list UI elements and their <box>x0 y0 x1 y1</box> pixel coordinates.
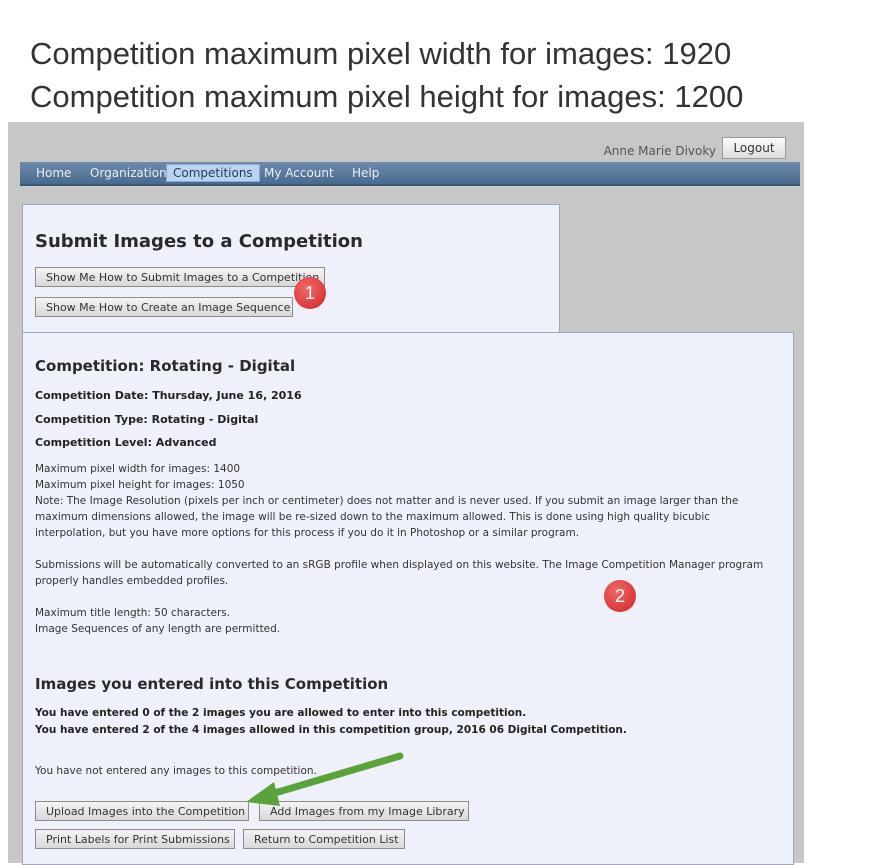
resolution-note: Note: The Image Resolution (pixels per i… <box>35 495 739 539</box>
no-entries-text: You have not entered any images to this … <box>35 765 317 777</box>
competition-date: Competition Date: Thursday, June 16, 201… <box>35 389 302 402</box>
nav-item-competitions[interactable]: Competitions <box>166 164 260 182</box>
entered-images-title: Images you entered into this Competition <box>35 675 389 693</box>
submit-images-panel: Submit Images to a Competition Show Me H… <box>22 204 560 334</box>
max-title-text: Maximum title length: 50 characters. <box>35 607 231 619</box>
annotation-badge-1: 1 <box>294 277 326 309</box>
competition-panel: Competition: Rotating - Digital Competit… <box>22 332 794 865</box>
annotation-badge-2: 2 <box>604 580 636 612</box>
max-width-text: Maximum pixel width for images: 1400 <box>35 463 241 475</box>
nav-item-organization[interactable]: Organization <box>84 165 173 181</box>
entered-count-competition: You have entered 0 of the 2 images you a… <box>35 707 527 719</box>
competition-title: Competition: Rotating - Digital <box>35 357 296 375</box>
upload-images-button[interactable]: Upload Images into the Competition <box>35 801 249 821</box>
show-how-submit-button[interactable]: Show Me How to Submit Images to a Compet… <box>35 267 325 287</box>
logout-button[interactable]: Logout <box>722 137 786 159</box>
nav-bar: Home Organization Competitions My Accoun… <box>20 162 800 186</box>
add-from-library-button[interactable]: Add Images from my Image Library <box>259 801 469 821</box>
sequence-text: Image Sequences of any length are permit… <box>35 623 281 635</box>
submit-panel-title: Submit Images to a Competition <box>35 231 363 252</box>
entered-count-group: You have entered 2 of the 4 images allow… <box>35 724 627 736</box>
title-rules: Maximum title length: 50 characters. Ima… <box>35 605 775 637</box>
competition-type: Competition Type: Rotating - Digital <box>35 413 259 426</box>
nav-item-home[interactable]: Home <box>30 165 77 181</box>
nav-item-help[interactable]: Help <box>346 165 385 181</box>
headline-max-width: Competition maximum pixel width for imag… <box>30 36 732 71</box>
competition-level: Competition Level: Advanced <box>35 436 217 449</box>
nav-item-my-account[interactable]: My Account <box>258 165 340 181</box>
headline-max-height: Competition maximum pixel height for ima… <box>30 79 744 114</box>
app-window: Anne Marie Divoky Logout Home Organizati… <box>8 122 804 865</box>
show-how-sequence-button[interactable]: Show Me How to Create an Image Sequence <box>35 297 293 317</box>
srgb-note: Submissions will be automatically conver… <box>35 559 764 587</box>
max-height-text: Maximum pixel height for images: 1050 <box>35 479 245 491</box>
user-name: Anne Marie Divoky <box>603 144 716 158</box>
print-labels-button[interactable]: Print Labels for Print Submissions <box>35 829 235 849</box>
return-to-list-button[interactable]: Return to Competition List <box>243 829 405 849</box>
image-size-rules: Maximum pixel width for images: 1400 Max… <box>35 461 775 541</box>
